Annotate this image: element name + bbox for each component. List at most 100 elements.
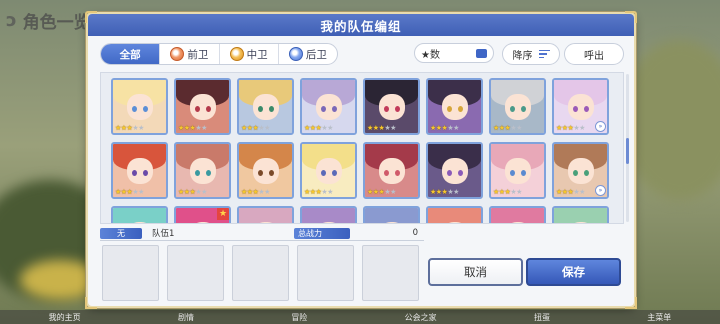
portrait-eye	[269, 170, 274, 176]
sort-order-button[interactable]: 降序	[502, 43, 560, 65]
nav-menu: 主菜单	[647, 312, 672, 322]
rarity-stars: ★★★★★	[115, 188, 144, 196]
character-card[interactable]: ★★★★★	[426, 206, 483, 223]
tab-all[interactable]: 全部	[101, 44, 160, 64]
portrait-face	[253, 158, 279, 184]
portrait-face	[127, 94, 153, 120]
portrait-eye	[584, 170, 589, 176]
portrait-eye	[458, 106, 463, 112]
midguard-icon	[229, 47, 244, 61]
character-card[interactable]: ★★★★★	[426, 142, 483, 199]
character-card[interactable]: ★★★★★★	[174, 206, 231, 223]
tab-all-label: 全部	[119, 48, 141, 61]
portrait-eye	[195, 106, 200, 112]
portrait-eye	[132, 106, 137, 112]
character-card[interactable]: ★★★★★	[489, 206, 546, 223]
save-button[interactable]: 保存	[526, 258, 621, 286]
vanguard-icon	[170, 47, 185, 61]
character-card[interactable]: ★★★★★	[111, 206, 168, 223]
portrait-eye	[195, 170, 200, 176]
character-card[interactable]: ★★★★★ »	[552, 142, 609, 199]
character-card[interactable]: ★★★★★	[489, 142, 546, 199]
character-portrait	[113, 208, 166, 223]
party-slot-3[interactable]	[232, 245, 289, 301]
character-card[interactable]: ★★★★★	[111, 78, 168, 135]
nav-gacha: 扭蛋	[533, 312, 550, 322]
character-card[interactable]: ★★★★★	[237, 142, 294, 199]
portrait-eye	[384, 106, 389, 112]
call-out-button[interactable]: 呼出	[564, 43, 624, 65]
party-slot-4[interactable]	[297, 245, 354, 301]
portrait-face	[316, 158, 342, 184]
frame-corner	[85, 297, 97, 309]
rarity-stars: ★★★★★	[241, 124, 270, 132]
portrait-eye	[384, 170, 389, 176]
character-list[interactable]: ★★★★★ ★★★★★ ★★★★★ ★★★★★ ★★★★★ ★★★★★ ★★★★★ ★★★★★…	[100, 72, 624, 224]
portrait-eye	[206, 106, 211, 112]
bg-foliage	[620, 40, 720, 200]
character-card[interactable]: ★★★★★	[174, 142, 231, 199]
position-tabs: 全部 前卫 中卫 后卫	[100, 43, 338, 65]
portrait-eye	[321, 106, 326, 112]
rarity-stars: ★★★★★	[556, 124, 585, 132]
character-card[interactable]: ★★★★★	[552, 206, 609, 223]
portrait-face	[379, 94, 405, 120]
rarity-stars: ★★★★★	[115, 124, 144, 132]
nav-home: 我的主页	[48, 312, 81, 322]
character-card[interactable]: ★★★★★	[237, 206, 294, 223]
rarity-stars: ★★★★★	[430, 188, 459, 196]
party-info-row: 无 队伍1 总战力 0	[100, 227, 424, 239]
portrait-face	[127, 158, 153, 184]
portrait-eye	[521, 170, 526, 176]
party-slot-1[interactable]	[102, 245, 159, 301]
tab-midguard[interactable]: 中卫	[218, 44, 278, 64]
portrait-eye	[258, 170, 263, 176]
portrait-eye	[447, 106, 452, 112]
portrait-eye	[573, 106, 578, 112]
scrollbar-thumb[interactable]	[626, 138, 629, 164]
character-card[interactable]: ★★★★★	[111, 142, 168, 199]
character-card[interactable]: ★★★★★	[300, 142, 357, 199]
portrait-face	[568, 158, 594, 184]
portrait-eye	[395, 170, 400, 176]
star-filter-button[interactable]: ★数	[414, 43, 494, 63]
character-portrait	[491, 208, 544, 223]
tab-vanguard[interactable]: 前卫	[159, 44, 218, 64]
total-power-label: 总战力	[294, 227, 350, 239]
filter-bar: 全部 前卫 中卫 后卫 ★数 降序 呼出	[100, 43, 624, 65]
character-card[interactable]: ★★★★★	[300, 78, 357, 135]
character-card[interactable]: ★★★★★ »	[552, 78, 609, 135]
portrait-eye	[143, 106, 148, 112]
frame-corner	[625, 297, 637, 309]
character-list-scrollbar[interactable]	[626, 74, 629, 222]
tab-vanguard-label: 前卫	[187, 48, 209, 61]
party-name[interactable]: 队伍1	[150, 228, 294, 239]
party-slots	[102, 245, 419, 301]
portrait-eye	[510, 106, 515, 112]
character-portrait	[554, 208, 607, 223]
portrait-eye	[510, 170, 515, 176]
portrait-eye	[321, 170, 326, 176]
portrait-face	[568, 94, 594, 120]
party-slot-2[interactable]	[167, 245, 224, 301]
more-icon: »	[595, 121, 606, 132]
portrait-eye	[258, 106, 263, 112]
character-card[interactable]: ★★★★★	[174, 78, 231, 135]
rarity-stars: ★★★★★	[367, 188, 396, 196]
character-card[interactable]: ★★★★★	[237, 78, 294, 135]
tab-rearguard[interactable]: 后卫	[277, 44, 337, 64]
character-card[interactable]: ★★★★★	[363, 142, 420, 199]
character-card[interactable]: ★★★★★	[300, 206, 357, 223]
toggle-icon	[476, 48, 487, 58]
character-card[interactable]: ★★★★★	[363, 206, 420, 223]
party-slot-5[interactable]	[362, 245, 419, 301]
cancel-button[interactable]: 取消	[428, 258, 523, 286]
nav-adventure: 冒险	[291, 312, 308, 322]
character-card[interactable]: ★★★★★	[489, 78, 546, 135]
divider	[100, 240, 424, 241]
portrait-eye	[332, 170, 337, 176]
tab-midguard-label: 中卫	[246, 48, 268, 61]
character-card[interactable]: ★★★★★	[363, 78, 420, 135]
character-card[interactable]: ★★★★★	[426, 78, 483, 135]
favorite-icon: ★	[217, 208, 229, 220]
